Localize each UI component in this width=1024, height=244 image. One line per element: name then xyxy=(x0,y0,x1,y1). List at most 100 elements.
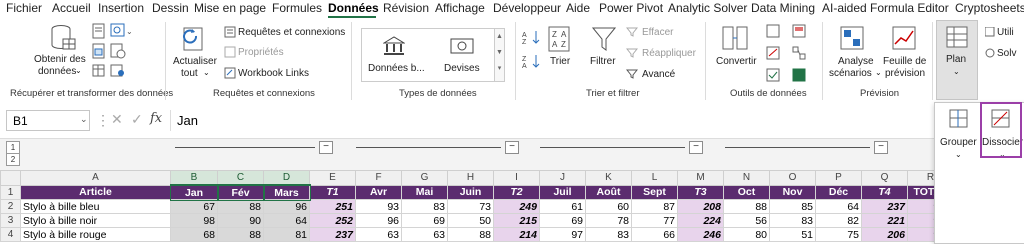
data-model-icon[interactable] xyxy=(792,68,806,82)
cell[interactable]: 93 xyxy=(355,199,402,214)
filter-button[interactable]: Filtrer xyxy=(590,56,616,67)
what-if-label-2[interactable]: scénarios xyxy=(829,68,872,79)
cell[interactable]: 221 xyxy=(861,213,908,228)
cell[interactable]: 60 xyxy=(585,199,632,214)
tab-insertion[interactable]: Insertion xyxy=(98,1,144,15)
cell[interactable]: 88 xyxy=(217,199,264,214)
advanced-button[interactable]: Avancé xyxy=(642,69,675,80)
cell[interactable]: Stylo à bille noir xyxy=(20,213,171,228)
reapply-button[interactable]: Réappliquer xyxy=(642,48,696,59)
sort-ascending-icon[interactable]: AZ xyxy=(522,30,542,44)
fx-icon[interactable]: fx xyxy=(150,111,162,126)
cell[interactable]: 237 xyxy=(309,227,356,242)
cancel-icon[interactable]: ✕ xyxy=(111,111,123,128)
cell[interactable]: 77 xyxy=(631,213,678,228)
header-cell-selected[interactable]: Fév xyxy=(216,184,265,201)
data-validation-icon[interactable] xyxy=(766,68,780,82)
header-cell[interactable]: Déc xyxy=(815,184,862,200)
column-header[interactable]: G xyxy=(401,170,448,186)
existing-connections-icon[interactable] xyxy=(110,64,126,78)
get-data-label-2[interactable]: données xyxy=(38,66,76,77)
cell[interactable]: 208 xyxy=(677,199,724,214)
cell[interactable]: 98 xyxy=(170,213,218,228)
group-button[interactable]: Grouper xyxy=(940,137,977,148)
tab-fichier[interactable]: Fichier xyxy=(6,1,42,15)
column-header[interactable]: P xyxy=(815,170,862,186)
header-cell[interactable]: Août xyxy=(585,184,632,200)
column-header[interactable]: K xyxy=(585,170,632,186)
cell[interactable]: 83 xyxy=(401,199,448,214)
table-range-icon[interactable] xyxy=(92,43,106,59)
get-data-label-1[interactable]: Obtenir des xyxy=(34,54,86,65)
cell[interactable]: 85 xyxy=(769,199,816,214)
cell[interactable]: 206 xyxy=(861,227,908,242)
column-header[interactable]: I xyxy=(493,170,540,186)
cell[interactable]: 64 xyxy=(263,213,310,228)
properties-button[interactable]: Propriétés xyxy=(238,47,284,58)
cell[interactable]: 81 xyxy=(263,227,310,242)
cell[interactable]: 73 xyxy=(447,199,494,214)
sort-button[interactable]: Trier xyxy=(550,56,570,67)
currencies-button[interactable]: Devises xyxy=(444,63,480,74)
tab-cryptosheets[interactable]: Cryptosheets xyxy=(955,1,1024,15)
header-cell-selected[interactable]: Mars xyxy=(262,184,311,201)
header-cell[interactable]: Juin xyxy=(447,184,494,200)
column-header[interactable]: J xyxy=(539,170,586,186)
outline-level-2[interactable]: 2 xyxy=(6,153,20,166)
select-all-corner[interactable] xyxy=(0,170,21,186)
cell[interactable]: 246 xyxy=(677,227,724,242)
chevron-down-icon[interactable]: ⌄ xyxy=(955,149,962,160)
refresh-label-2[interactable]: tout xyxy=(181,68,198,79)
chevron-down-icon[interactable]: ⌄ xyxy=(75,65,82,76)
gallery-scroll[interactable]: ▲ ▼ ▾ xyxy=(494,28,505,82)
cell[interactable]: 215 xyxy=(493,213,540,228)
cell[interactable]: 96 xyxy=(355,213,402,228)
consolidate-icon[interactable] xyxy=(792,24,806,38)
tab-mise-en-page[interactable]: Mise en page xyxy=(194,1,266,15)
column-header[interactable]: B xyxy=(170,170,218,186)
recent-sources-icon[interactable] xyxy=(110,43,126,59)
collapse-t1-button[interactable]: − xyxy=(319,141,333,154)
cell[interactable]: Stylo à bille rouge xyxy=(20,227,171,242)
cell[interactable]: 63 xyxy=(355,227,402,242)
clear-button[interactable]: Effacer xyxy=(642,27,674,38)
chevron-down-icon[interactable]: ⌄ xyxy=(203,67,210,78)
cell[interactable]: 61 xyxy=(539,199,586,214)
chevron-down-icon[interactable]: ⌄ xyxy=(80,114,88,125)
queries-connections-button[interactable]: Requêtes et connexions xyxy=(238,27,345,38)
tab-donnees[interactable]: Données xyxy=(328,1,379,15)
forecast-label-2[interactable]: prévision xyxy=(885,68,925,79)
tab-developpeur[interactable]: Développeur xyxy=(493,1,561,15)
column-header[interactable]: O xyxy=(769,170,816,186)
convert-button[interactable]: Convertir xyxy=(716,56,757,67)
cell[interactable]: 214 xyxy=(493,227,540,242)
cell[interactable]: 67 xyxy=(170,199,218,214)
column-header[interactable]: L xyxy=(631,170,678,186)
header-cell[interactable]: Sept xyxy=(631,184,678,200)
cell[interactable]: 88 xyxy=(217,227,264,242)
collapse-t4-button[interactable]: − xyxy=(874,141,888,154)
column-header[interactable]: H xyxy=(447,170,494,186)
cell[interactable]: 64 xyxy=(815,199,862,214)
cell[interactable]: 224 xyxy=(677,213,724,228)
workbook-links-button[interactable]: Workbook Links xyxy=(238,68,309,79)
cell[interactable]: 96 xyxy=(263,199,310,214)
row-number[interactable]: 2 xyxy=(0,199,21,214)
column-header[interactable]: M xyxy=(677,170,724,186)
column-header[interactable]: A xyxy=(20,170,171,186)
remove-duplicates-icon[interactable] xyxy=(766,46,780,60)
column-header[interactable]: E xyxy=(309,170,356,186)
header-cell[interactable]: Avr xyxy=(355,184,402,200)
header-cell-selected[interactable]: Jan xyxy=(169,184,219,201)
column-header[interactable]: Q xyxy=(861,170,908,186)
header-cell[interactable]: T4 xyxy=(861,184,908,200)
row-number[interactable]: 1 xyxy=(0,184,21,200)
cell[interactable]: Stylo à bille bleu xyxy=(20,199,171,214)
column-header[interactable]: F xyxy=(355,170,402,186)
cell[interactable]: 63 xyxy=(401,227,448,242)
cell[interactable]: 83 xyxy=(769,213,816,228)
cell[interactable]: 88 xyxy=(447,227,494,242)
tab-accueil[interactable]: Accueil xyxy=(52,1,91,15)
cell[interactable]: 252 xyxy=(309,213,356,228)
header-cell[interactable]: T1 xyxy=(309,184,356,200)
